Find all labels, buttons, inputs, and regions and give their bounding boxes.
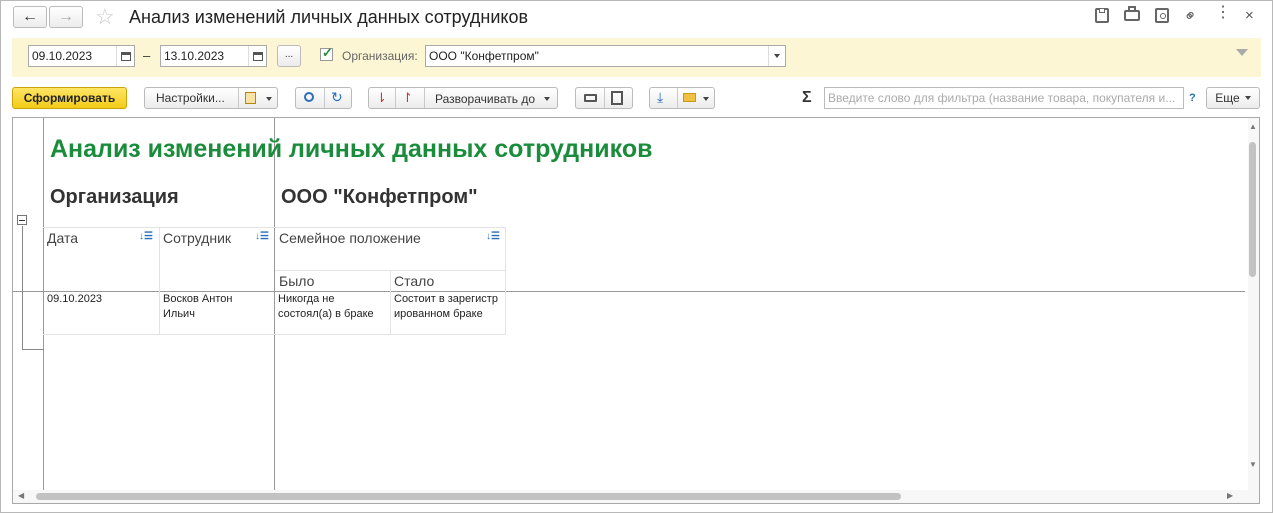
sort-icon[interactable]: ↓☰	[255, 231, 269, 242]
report-title: Анализ изменений личных данных сотрудник…	[50, 135, 653, 163]
save-icon[interactable]	[1095, 8, 1109, 23]
export-group: ⤓	[649, 87, 715, 109]
horizontal-scroll-thumb[interactable]	[36, 493, 901, 500]
search-next-icon[interactable]: ↻	[331, 89, 343, 106]
row-was-cell[interactable]: Никогда не состоял(а) в браке	[278, 292, 388, 322]
sort-icon[interactable]: ↓☰	[139, 231, 153, 242]
checkmark-icon: ✓	[322, 45, 333, 60]
period-dash: –	[143, 48, 151, 63]
scroll-up-icon[interactable]: ▲	[1249, 122, 1257, 131]
org-param-value: ООО "Конфетпром"	[281, 186, 478, 208]
chevron-down-icon[interactable]	[768, 46, 785, 66]
scroll-down-icon[interactable]: ▼	[1249, 460, 1257, 469]
sum-icon[interactable]: Σ	[802, 89, 812, 107]
organization-select[interactable]: ООО "Конфетпром"	[425, 45, 786, 67]
search-icon[interactable]	[304, 92, 314, 102]
more-button[interactable]: Еще	[1206, 87, 1260, 109]
organization-checkbox[interactable]: ✓	[320, 45, 333, 61]
vertical-scroll-thumb[interactable]	[1249, 142, 1256, 277]
date-to-value: 13.10.2023	[164, 49, 225, 63]
scroll-right-icon[interactable]: ▶	[1227, 491, 1233, 500]
row-became-cell[interactable]: Состоит в зарегистрированном браке	[394, 292, 502, 322]
generate-button[interactable]: Сформировать	[12, 87, 127, 109]
arrow-left-icon: ←	[22, 8, 38, 25]
organization-value: ООО "Конфетпром"	[429, 49, 539, 63]
calendar-icon[interactable]	[116, 46, 134, 66]
variant-icon	[245, 92, 256, 104]
column-header-marital-status[interactable]: Семейное положение	[279, 230, 421, 246]
preview-icon[interactable]	[1155, 8, 1169, 23]
forward-button[interactable]: →	[49, 6, 83, 28]
column-header-was: Было	[279, 273, 315, 289]
period-select-button[interactable]: ...	[277, 45, 301, 67]
settings-label: Настройки...	[156, 91, 225, 105]
print-icon[interactable]	[1124, 6, 1140, 21]
filter-icon[interactable]	[1236, 49, 1248, 56]
search-input[interactable]: Введите слово для фильтра (название това…	[824, 87, 1184, 109]
scroll-left-icon[interactable]: ◀	[18, 491, 24, 500]
preview-icon[interactable]	[611, 91, 623, 105]
print-icon[interactable]	[584, 94, 597, 102]
column-header-became: Стало	[394, 273, 435, 289]
row-date-cell[interactable]: 09.10.2023	[47, 292, 155, 307]
sort-icon[interactable]: ↓☰	[486, 231, 500, 242]
report-area: Анализ изменений личных данных сотрудник…	[12, 117, 1260, 504]
settings-button[interactable]: Настройки...	[144, 87, 278, 109]
generate-label: Сформировать	[23, 91, 116, 105]
collapse-group-icon[interactable]	[17, 215, 27, 225]
collapse-all-icon[interactable]: ↾	[402, 90, 413, 106]
row-employee-cell[interactable]: Восков Антон Ильич	[163, 292, 263, 322]
close-icon[interactable]: ×	[1245, 7, 1254, 24]
expand-all-icon[interactable]: ⇂	[376, 90, 387, 106]
download-icon[interactable]: ⤓	[657, 89, 663, 106]
more-label: Еще	[1215, 91, 1240, 105]
print-group	[575, 87, 633, 109]
date-to-field[interactable]: 13.10.2023	[160, 45, 267, 67]
back-button[interactable]: ←	[13, 6, 47, 28]
calendar-icon[interactable]	[248, 46, 266, 66]
mail-icon[interactable]	[683, 93, 696, 102]
search-group: ↻	[295, 87, 352, 109]
date-from-field[interactable]: 09.10.2023	[28, 45, 135, 67]
search-placeholder: Введите слово для фильтра (название това…	[828, 91, 1176, 105]
expand-to-button[interactable]: Разворачивать до	[435, 92, 535, 106]
link-icon[interactable]: ⚭	[1179, 4, 1203, 28]
help-icon[interactable]: ?	[1189, 92, 1196, 104]
organization-label: Организация:	[342, 49, 418, 63]
window-title: Анализ изменений личных данных сотрудник…	[129, 7, 529, 27]
report-window: ← → ☆ Анализ изменений личных данных сот…	[0, 0, 1273, 513]
date-from-value: 09.10.2023	[32, 49, 93, 63]
favorite-star-icon[interactable]: ☆	[95, 4, 115, 30]
column-header-date[interactable]: Дата	[47, 230, 78, 246]
period-select-label: ...	[284, 49, 294, 60]
more-actions-icon[interactable]: ⋮	[1215, 5, 1231, 21]
arrow-right-icon: →	[58, 8, 74, 25]
column-header-employee[interactable]: Сотрудник	[163, 230, 231, 246]
org-param-label: Организация	[50, 186, 179, 208]
grouping-group: ⇂ ↾ Разворачивать до	[368, 87, 558, 109]
